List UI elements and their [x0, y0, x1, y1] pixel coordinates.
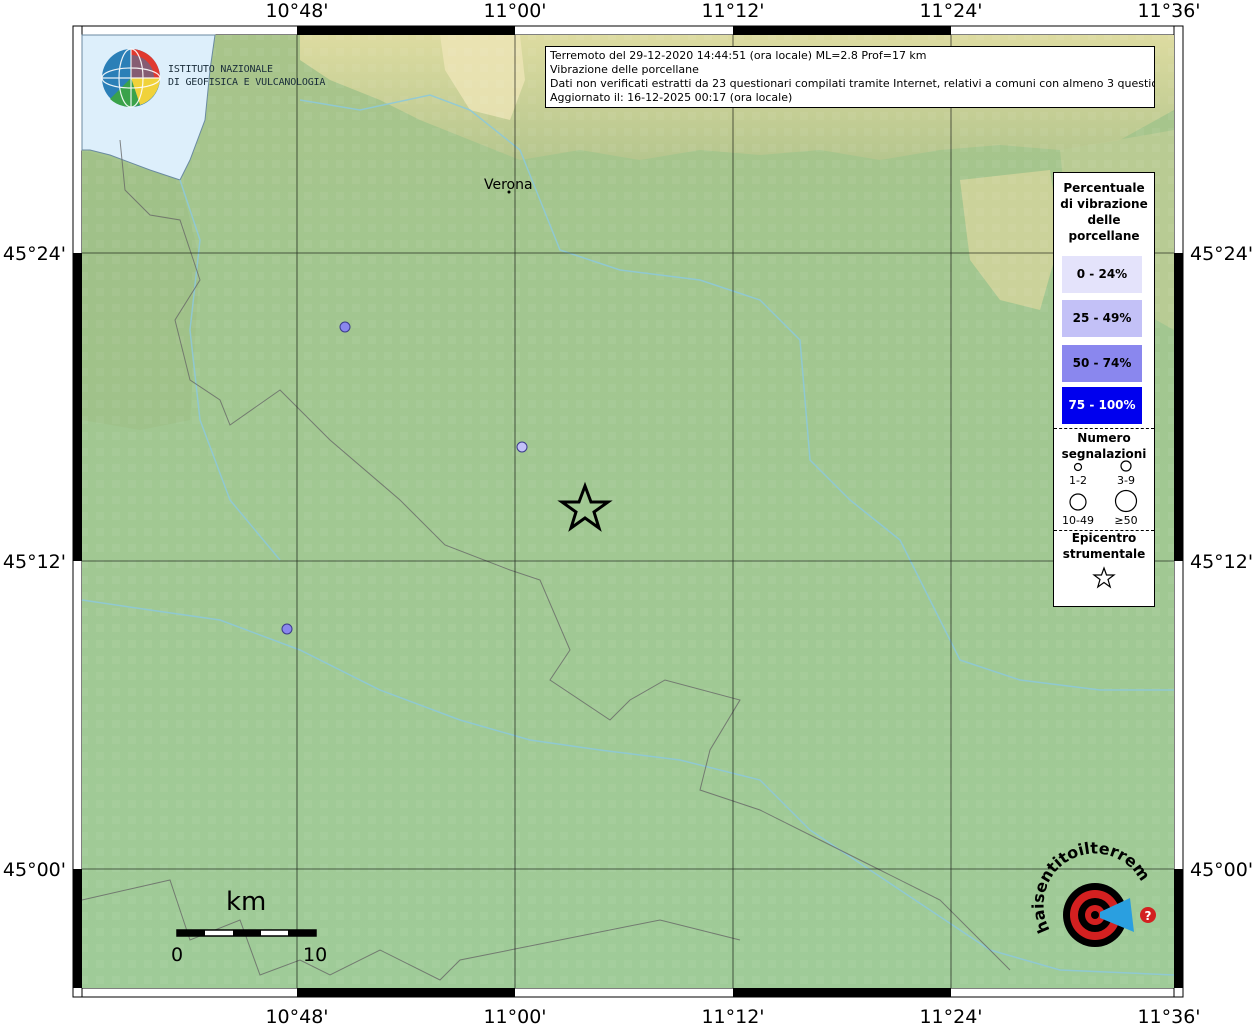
scale-unit: km — [226, 887, 267, 917]
scale-min: 0 — [171, 944, 184, 966]
lat-tick-left-3: 45°00' — [3, 859, 66, 881]
event-effect: Vibrazione delle porcellane — [550, 63, 699, 76]
event-title: Terremoto del 29-12-2020 14:44:51 (ora l… — [550, 49, 927, 62]
lon-tick-top-2: 11°00' — [483, 0, 546, 22]
ingv-line1: ISTITUTO NAZIONALE — [168, 64, 273, 75]
lon-tick-bottom-5: 11°36' — [1137, 1006, 1200, 1024]
count-3-9: 3-9 — [1117, 474, 1135, 487]
legend-class-4: 75 - 100% — [1062, 387, 1142, 424]
epicenter-title-2: strumentale — [1062, 547, 1146, 561]
lon-tick-top-5: 11°36' — [1137, 0, 1200, 22]
count-symbols — [1069, 460, 1138, 513]
epicenter-title-1: Epicentro — [1071, 531, 1137, 545]
report-point[interactable] — [339, 321, 351, 333]
ingv-name: ISTITUTO NAZIONALE DI GEOFISICA E VULCAN… — [168, 63, 325, 89]
legend: Percentuale di vibrazione delle porcella… — [1053, 172, 1155, 607]
lon-tick-bottom-4: 11°24' — [919, 1006, 982, 1024]
legend-title-1: Percentuale — [1063, 181, 1145, 195]
legend-title-2: di vibrazione — [1060, 197, 1148, 211]
count-1-2: 1-2 — [1069, 474, 1087, 487]
legend-class-1: 0 - 24% — [1062, 256, 1142, 293]
lat-tick-left-1: 45°24' — [3, 243, 66, 265]
lat-tick-right-3: 45°00' — [1190, 859, 1253, 881]
lon-tick-bottom-1: 10°48' — [265, 1006, 328, 1024]
legend-class-3: 50 - 74% — [1062, 345, 1142, 382]
city-label-verona: Verona — [484, 177, 533, 193]
event-note: Dati non verificati estratti da 23 quest… — [550, 77, 1155, 90]
ingv-logo-icon — [101, 48, 161, 108]
lon-tick-top-3: 11°12' — [701, 0, 764, 22]
event-info-box: Terremoto del 29-12-2020 14:44:51 (ora l… — [545, 46, 1155, 108]
lon-tick-top-1: 10°48' — [265, 0, 328, 22]
lat-tick-right-1: 45°24' — [1190, 243, 1253, 265]
lon-tick-top-4: 11°24' — [919, 0, 982, 22]
legend-star-icon — [1092, 566, 1116, 589]
count-10-49: 10-49 — [1062, 514, 1094, 527]
svg-text:?: ? — [1145, 909, 1152, 923]
lon-tick-bottom-3: 11°12' — [701, 1006, 764, 1024]
legend-title-4: porcellane — [1068, 229, 1140, 243]
report-point[interactable] — [281, 623, 293, 635]
count-50plus: ≥50 — [1114, 514, 1138, 527]
event-updated: Aggiornato il: 16-12-2025 00:17 (ora loc… — [550, 91, 793, 104]
count-title-1: Numero — [1077, 431, 1131, 445]
legend-class-2: 25 - 49% — [1062, 300, 1142, 337]
lat-tick-right-2: 45°12' — [1190, 551, 1253, 573]
lon-tick-bottom-2: 11°00' — [483, 1006, 546, 1024]
scale-max: 10 — [303, 944, 328, 966]
terrain-layer — [81, 34, 1174, 988]
lat-tick-left-2: 45°12' — [3, 551, 66, 573]
ingv-line2: DI GEOFISICA E VULCANOLOGIA — [168, 77, 326, 88]
report-point[interactable] — [516, 441, 528, 453]
legend-title-3: delle — [1087, 213, 1121, 227]
scale-bar — [176, 929, 317, 937]
